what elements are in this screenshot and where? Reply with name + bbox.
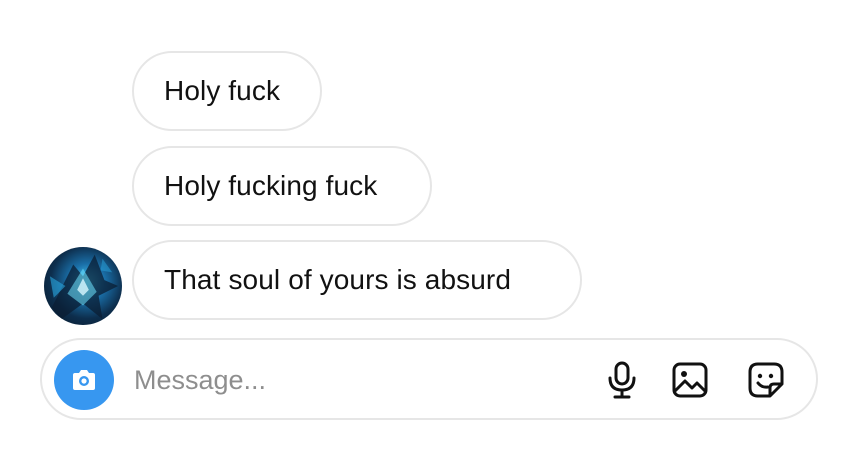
message-text-part: soul <box>228 264 281 295</box>
message-input[interactable] <box>134 360 574 400</box>
microphone-button[interactable] <box>600 358 644 402</box>
message-text: Holy fuck <box>164 75 281 106</box>
camera-icon <box>73 370 95 390</box>
message-bubble[interactable]: Holy fucking fuck <box>132 146 432 226</box>
message-text: Holy fucking fuck <box>164 170 378 201</box>
message-text-part: That <box>164 264 221 295</box>
sticker-button[interactable] <box>744 358 788 402</box>
message-bubble[interactable]: Holy fuck <box>132 51 322 131</box>
gallery-button[interactable] <box>668 358 712 402</box>
avatar[interactable] <box>44 247 122 325</box>
message-text-part: of yours is absurd <box>288 264 511 295</box>
avatar-image <box>49 254 119 320</box>
gallery-icon <box>672 362 708 398</box>
camera-button[interactable] <box>54 350 114 410</box>
microphone-icon <box>608 361 636 399</box>
message-composer <box>40 338 818 420</box>
message-bubble[interactable]: That soul of yours is absurd <box>132 240 582 320</box>
sticker-icon <box>748 362 784 398</box>
